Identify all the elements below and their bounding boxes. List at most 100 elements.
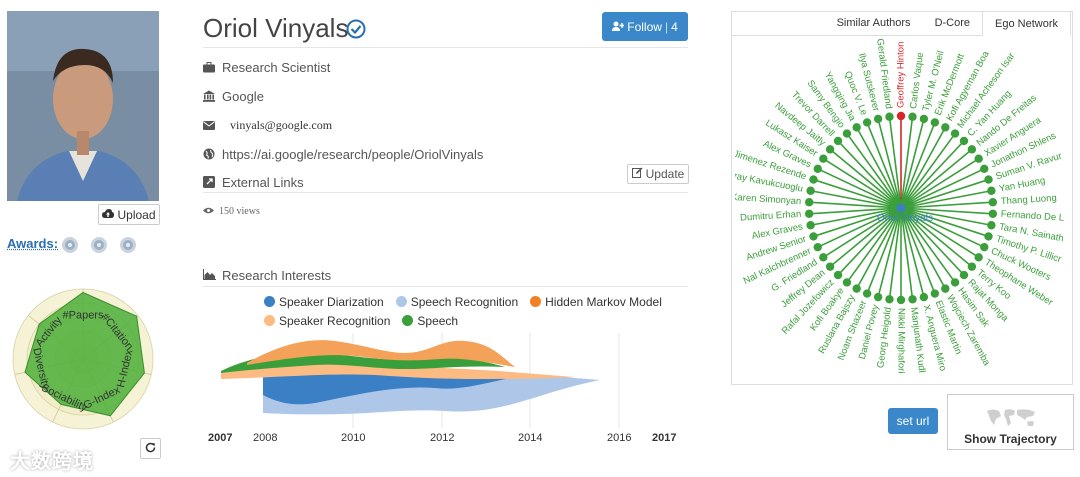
research-interests-label: Research Interests — [222, 268, 332, 283]
envelope-icon — [203, 119, 215, 131]
ego-node[interactable] — [980, 242, 989, 252]
year-label: 2010 — [341, 432, 366, 444]
ego-node[interactable] — [908, 295, 917, 304]
ego-node[interactable] — [819, 154, 828, 163]
ego-node[interactable] — [974, 154, 983, 163]
ego-node[interactable] — [974, 253, 983, 262]
ego-node[interactable] — [813, 164, 822, 174]
radar-chart: #Papers#CitationH-IndexG-IndexSociabilit… — [12, 288, 154, 430]
ego-node[interactable] — [919, 292, 929, 302]
legend-item[interactable]: Speech — [402, 311, 458, 330]
ego-node[interactable] — [896, 295, 906, 305]
user-plus-icon — [612, 20, 625, 34]
update-label: Update — [645, 167, 685, 181]
ego-node[interactable] — [988, 209, 998, 218]
awards-label[interactable]: Awards: — [7, 236, 58, 251]
ego-node[interactable] — [833, 136, 843, 146]
email-row: vinyals@google.com — [203, 116, 332, 134]
ego-node[interactable] — [885, 295, 894, 304]
ego-node[interactable] — [930, 118, 940, 127]
ego-node[interactable] — [980, 164, 989, 174]
homepage-row[interactable]: https://ai.google/research/people/OriolV… — [203, 145, 483, 163]
legend-label: Speech — [417, 313, 459, 328]
upload-button[interactable]: Upload — [98, 204, 160, 225]
legend-item[interactable]: Hidden Markov Model — [530, 292, 662, 311]
ego-node[interactable] — [806, 221, 815, 230]
legend-label: Hidden Markov Model — [545, 294, 662, 309]
show-trajectory-button[interactable]: Show Trajectory — [947, 394, 1074, 450]
ego-node-label[interactable]: Nikki Mirghafori — [895, 308, 906, 373]
ego-node[interactable] — [941, 284, 950, 293]
year-label: 2016 — [607, 432, 632, 444]
ego-node[interactable] — [862, 289, 872, 298]
refresh-button[interactable] — [140, 438, 161, 459]
ego-node[interactable] — [930, 289, 940, 298]
legend-item[interactable]: Speaker Diarization — [264, 292, 384, 311]
ego-node[interactable] — [809, 175, 818, 184]
ego-edge — [877, 118, 902, 209]
ego-node[interactable] — [987, 186, 996, 195]
tab-ego-network[interactable]: Ego Network — [982, 11, 1071, 36]
ego-node[interactable] — [873, 114, 883, 124]
ego-node[interactable] — [959, 270, 969, 280]
ego-node-label[interactable]: Geoffrey Hinton — [896, 42, 907, 108]
ego-node[interactable] — [862, 118, 872, 127]
ego-node[interactable] — [804, 198, 814, 207]
ego-node-label[interactable]: Fernando De L — [1000, 209, 1064, 224]
ego-node[interactable] — [959, 136, 969, 146]
legend-item[interactable]: Speech Recognition — [395, 292, 518, 311]
ego-node[interactable] — [809, 232, 818, 241]
ego-node[interactable] — [950, 278, 960, 287]
ego-network-graph: Geoffrey Hinton Carlos VaqueTyler M. O'Ne… — [735, 38, 1065, 373]
set-url-button[interactable]: set url — [888, 408, 938, 434]
ego-node[interactable] — [908, 112, 917, 121]
homepage-link[interactable]: https://ai.google/research/people/OriolV… — [222, 147, 483, 162]
ego-node-label[interactable]: Thang Luong — [1000, 193, 1057, 207]
ego-node[interactable] — [984, 232, 993, 241]
legend-item[interactable]: Speaker Recognition — [264, 311, 390, 330]
update-button[interactable]: Update — [627, 164, 689, 184]
ego-node[interactable] — [941, 123, 950, 132]
ego-node[interactable] — [842, 278, 852, 287]
ego-node[interactable] — [896, 111, 906, 121]
ego-node[interactable] — [873, 292, 883, 302]
ego-node[interactable] — [967, 262, 977, 271]
award-badge-icon[interactable] — [61, 236, 79, 254]
ego-node[interactable] — [967, 145, 977, 154]
position-text: Research Scientist — [222, 59, 331, 75]
ego-node[interactable] — [852, 123, 861, 132]
ego-node-label[interactable]: Dumitru Erhan — [740, 209, 802, 224]
edit-icon — [631, 167, 643, 181]
award-badge-icon[interactable] — [90, 236, 108, 254]
ego-node[interactable] — [852, 284, 861, 293]
external-links-label[interactable]: External Links — [222, 175, 304, 190]
ego-node[interactable] — [833, 270, 843, 280]
ego-node[interactable] — [919, 114, 929, 124]
ego-node[interactable] — [842, 129, 852, 138]
ego-node[interactable] — [804, 209, 814, 218]
tab-similar-authors[interactable]: Similar Authors — [825, 11, 923, 35]
institution-icon — [203, 90, 215, 102]
ego-node[interactable] — [806, 186, 815, 195]
ego-node[interactable] — [825, 262, 835, 271]
research-interest-streamgraph — [221, 333, 620, 428]
ego-node[interactable] — [987, 221, 996, 230]
author-name: Oriol Vinyals — [203, 13, 349, 43]
ego-node[interactable] — [988, 198, 998, 207]
award-badge-icon[interactable] — [119, 236, 137, 254]
ego-center-node[interactable] — [896, 203, 906, 213]
ego-node[interactable] — [825, 145, 835, 154]
year-label: 2014 — [518, 432, 543, 444]
external-links-row[interactable]: External Links — [203, 173, 304, 191]
email-text: vinyals@google.com — [230, 117, 333, 132]
tab-d-core[interactable]: D-Core — [923, 11, 982, 35]
ego-node[interactable] — [885, 112, 894, 121]
ego-node[interactable] — [819, 253, 828, 262]
ego-node[interactable] — [950, 129, 960, 138]
ego-node[interactable] — [984, 175, 993, 184]
follow-button[interactable]: Follow | 4 — [602, 12, 688, 41]
position-row: Research Scientist — [203, 58, 330, 76]
ego-node-label[interactable]: Karen Simonyan — [735, 192, 802, 207]
ego-node[interactable] — [813, 242, 822, 252]
upload-label: Upload — [117, 207, 156, 222]
